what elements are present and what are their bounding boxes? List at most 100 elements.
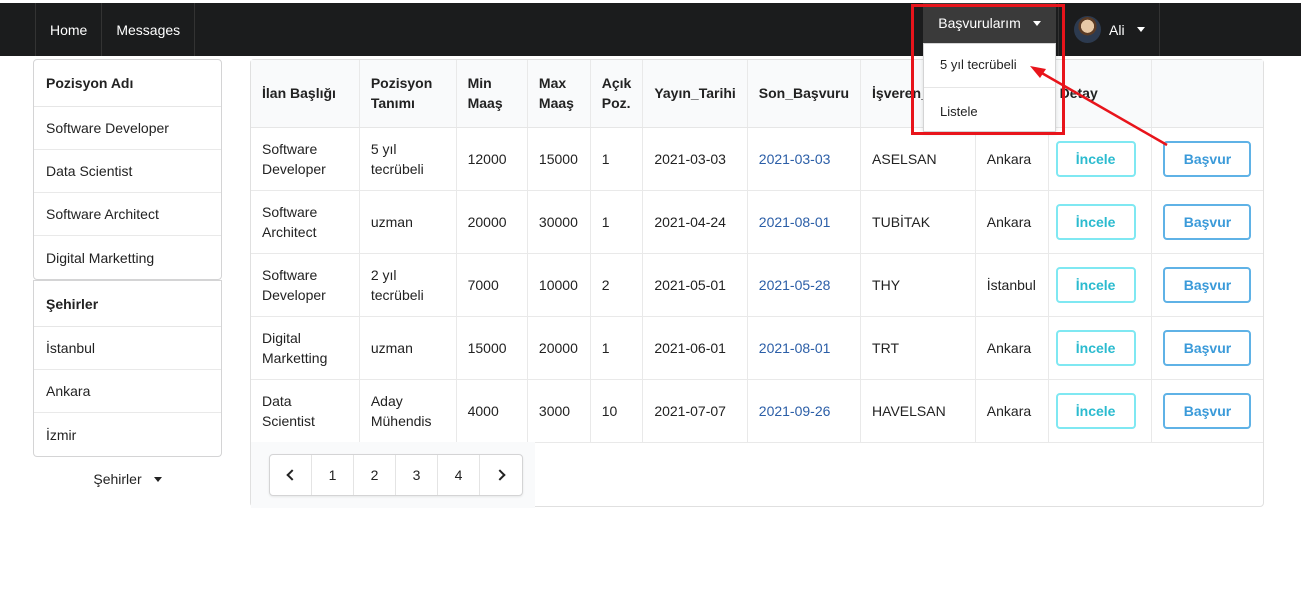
cell-apply: Başvur	[1152, 316, 1263, 379]
cell-min: 20000	[456, 190, 528, 253]
basvur-button[interactable]: Başvur	[1163, 392, 1252, 429]
column-header: Pozisyon Tanımı	[359, 60, 457, 128]
sidebar-item-position[interactable]: Data Scientist	[34, 150, 221, 193]
cell-deadline: 2021-08-01	[747, 316, 862, 379]
user-menu[interactable]: Ali	[1058, 3, 1160, 56]
cell-title: Digital Marketting	[251, 316, 360, 379]
nav-messages[interactable]: Messages	[101, 3, 196, 56]
table-row: Digital Marketting uzman 15000 20000 1 2021-0…	[251, 316, 1263, 379]
applications-menu-item[interactable]: Listele	[924, 91, 1055, 131]
incele-button[interactable]: İncele	[1055, 329, 1136, 366]
incele-button[interactable]: İncele	[1055, 392, 1136, 429]
cell-city: Ankara	[975, 190, 1049, 253]
cell-city: Ankara	[975, 127, 1049, 190]
applications-menu-item[interactable]: 5 yıl tecrübeli	[924, 44, 1055, 84]
sidebar-item-city[interactable]: İstanbul	[34, 327, 221, 370]
table-header-row: İlan Başlığı Pozisyon Tanımı Min Maaş Ma…	[251, 60, 1263, 128]
positions-menu: Pozisyon Adı Software Developer Data Sci…	[33, 59, 222, 280]
nav-home[interactable]: Home	[35, 3, 101, 56]
cell-pub: 2021-03-03	[642, 127, 748, 190]
cell-detail: İncele	[1048, 253, 1153, 316]
cell-max: 15000	[527, 127, 591, 190]
chevron-right-icon	[493, 469, 506, 481]
next-page-button[interactable]	[480, 455, 522, 495]
page-button[interactable]: 4	[438, 455, 480, 495]
caret-down-icon	[1032, 20, 1041, 26]
cell-min: 15000	[456, 316, 528, 379]
caret-down-icon	[153, 476, 162, 482]
basvur-button[interactable]: Başvur	[1163, 140, 1252, 177]
cell-apply: Başvur	[1152, 379, 1263, 442]
column-header: İlan Başlığı	[251, 60, 360, 128]
cities-dropdown[interactable]: Şehirler	[33, 457, 222, 501]
cell-detail: İncele	[1048, 190, 1153, 253]
table-row: Software Developer 5 yıl tecrübeli 12000 15…	[251, 127, 1263, 190]
cell-pub: 2021-04-24	[642, 190, 748, 253]
cell-desc: 2 yıl tecrübeli	[359, 253, 457, 316]
cell-max: 30000	[527, 190, 591, 253]
cell-pub: 2021-06-01	[642, 316, 748, 379]
cell-desc: Aday Mühendis	[359, 379, 457, 442]
cell-min: 12000	[456, 127, 528, 190]
cities-menu: Şehirler İstanbul Ankara İzmir	[33, 280, 222, 457]
incele-button[interactable]: İncele	[1055, 266, 1136, 303]
page-button[interactable]: 1	[312, 455, 354, 495]
basvur-button[interactable]: Başvur	[1163, 329, 1252, 366]
nav-left: Home Messages	[35, 3, 196, 56]
sidebar-item-city[interactable]: İzmir	[34, 413, 221, 456]
table-row: Data Scientist Aday Mühendis 4000 3000 10 202…	[251, 379, 1263, 442]
job-table: İlan Başlığı Pozisyon Tanımı Min Maaş Ma…	[251, 60, 1263, 443]
page-button[interactable]: 2	[354, 455, 396, 495]
job-table-panel: İlan Başlığı Pozisyon Tanımı Min Maaş Ma…	[250, 59, 1264, 508]
cell-max: 10000	[527, 253, 591, 316]
cell-min: 4000	[456, 379, 528, 442]
incele-button[interactable]: İncele	[1055, 140, 1136, 177]
page-button[interactable]: 3	[396, 455, 438, 495]
cell-deadline: 2021-09-26	[747, 379, 862, 442]
cell-employer: HAVELSAN	[860, 379, 976, 442]
sidebar-item-position[interactable]: Software Architect	[34, 193, 221, 236]
cell-city: İstanbul	[975, 253, 1049, 316]
cell-detail: İncele	[1048, 379, 1153, 442]
avatar	[1074, 16, 1101, 43]
sidebar: Pozisyon Adı Software Developer Data Sci…	[33, 59, 222, 501]
cell-title: Data Scientist	[251, 379, 360, 442]
column-header: Detay	[1048, 60, 1153, 128]
cell-max: 20000	[527, 316, 591, 379]
basvur-button[interactable]: Başvur	[1163, 266, 1252, 303]
cell-city: Ankara	[975, 316, 1049, 379]
cell-open: 10	[590, 379, 644, 442]
sidebar-item-city[interactable]: Ankara	[34, 370, 221, 413]
top-navbar: Home Messages Başvurularım Ali	[0, 3, 1301, 56]
cell-min: 7000	[456, 253, 528, 316]
cell-desc: uzman	[359, 190, 457, 253]
chevron-left-icon	[286, 469, 298, 481]
cell-open: 1	[590, 316, 644, 379]
cell-employer: ASELSAN	[860, 127, 976, 190]
cell-title: Software Architect	[251, 190, 360, 253]
cell-employer: TRT	[860, 316, 976, 379]
sidebar-item-position[interactable]: Software Developer	[34, 107, 221, 150]
column-header: Max Maaş	[527, 60, 591, 128]
cities-header: Şehirler	[34, 280, 221, 327]
column-header	[1151, 60, 1263, 128]
applications-dropdown[interactable]: Başvurularım	[923, 3, 1056, 43]
column-header: Açık Poz.	[590, 60, 644, 128]
cell-deadline: 2021-05-28	[747, 253, 862, 316]
cell-apply: Başvur	[1152, 127, 1263, 190]
incele-button[interactable]: İncele	[1055, 203, 1136, 240]
sidebar-item-position[interactable]: Digital Marketting	[34, 236, 221, 279]
table-row: Software Architect uzman 20000 30000 1 2021-0…	[251, 190, 1263, 253]
basvur-button[interactable]: Başvur	[1163, 203, 1252, 240]
column-header: Yayın_Tarihi	[642, 60, 748, 128]
cell-max: 3000	[527, 379, 591, 442]
prev-page-button[interactable]	[270, 455, 312, 495]
cell-detail: İncele	[1048, 127, 1153, 190]
cell-open: 1	[590, 127, 644, 190]
cell-title: Software Developer	[251, 253, 360, 316]
pagination: 1 2 3 4	[269, 454, 523, 496]
cell-open: 1	[590, 190, 644, 253]
column-header: Son_Başvuru	[747, 60, 862, 128]
column-header: Min Maaş	[456, 60, 528, 128]
positions-header: Pozisyon Adı	[34, 60, 221, 107]
